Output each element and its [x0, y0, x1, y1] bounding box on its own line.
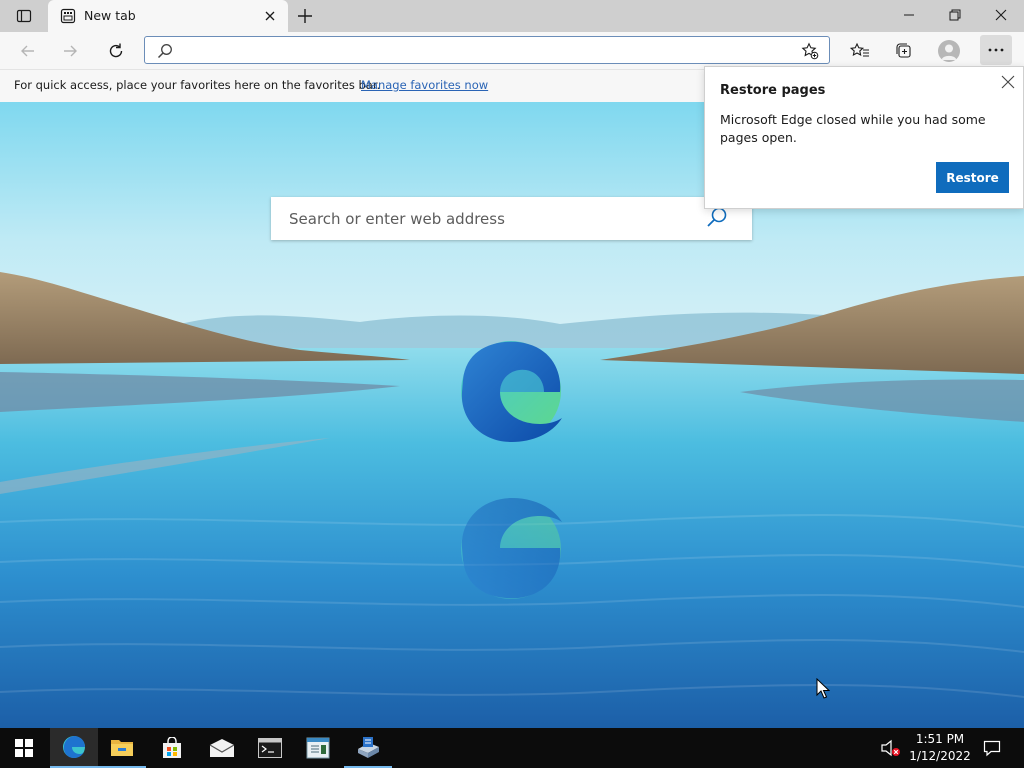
arrow-right-icon	[64, 45, 77, 57]
edge-logo-icon	[461, 341, 562, 442]
taskbar-mail[interactable]	[198, 728, 246, 768]
notepad-icon	[306, 737, 330, 759]
forward-button[interactable]	[56, 38, 84, 64]
person-icon	[941, 44, 957, 60]
address-input[interactable]	[185, 40, 789, 62]
collections-button[interactable]	[890, 38, 918, 64]
taskbar: 1:51 PM 1/12/2022	[0, 728, 1024, 768]
add-favorite-icon[interactable]	[801, 42, 819, 60]
page-search-box[interactable]	[271, 197, 752, 240]
store-icon	[163, 737, 181, 758]
notification-icon	[983, 740, 1001, 757]
tab-close-icon[interactable]	[262, 8, 278, 24]
file-explorer-icon	[111, 740, 133, 756]
title-bar: New tab	[0, 0, 1024, 32]
clock-date: 1/12/2022	[909, 749, 971, 763]
close-icon[interactable]	[1000, 74, 1016, 90]
edge-icon	[63, 736, 85, 758]
page-search-input[interactable]	[287, 207, 691, 231]
search-icon	[157, 44, 172, 59]
new-tab-button[interactable]	[294, 6, 316, 26]
new-tab-page-icon	[60, 8, 76, 24]
taskbar-file-explorer[interactable]	[98, 728, 146, 768]
windows-logo-icon	[15, 739, 33, 757]
action-center-button[interactable]	[978, 728, 1006, 768]
favorites-icon	[850, 42, 869, 57]
more-dots-icon	[988, 48, 1004, 52]
restore-popup-title: Restore pages	[720, 83, 826, 98]
terminal-icon	[258, 738, 282, 758]
tab-actions-button[interactable]	[8, 6, 40, 26]
tab-actions-icon	[16, 9, 32, 23]
minimize-button[interactable]	[886, 0, 932, 30]
collections-icon	[896, 43, 911, 58]
refresh-button[interactable]	[102, 38, 130, 64]
back-button[interactable]	[14, 38, 42, 64]
favorites-button[interactable]	[846, 38, 874, 64]
refresh-icon	[109, 43, 123, 58]
search-icon[interactable]	[705, 206, 729, 230]
tab-new-tab[interactable]: New tab	[48, 0, 288, 32]
taskbar-notepad[interactable]	[294, 728, 342, 768]
mail-icon	[209, 739, 235, 757]
volume-muted-icon	[881, 739, 900, 757]
start-button[interactable]	[0, 728, 48, 768]
manage-favorites-link[interactable]: Manage favorites now	[361, 78, 488, 92]
restore-popup-message: Microsoft Edge closed while you had some…	[720, 112, 986, 145]
server-manager-icon	[358, 737, 379, 758]
close-icon	[995, 9, 1007, 21]
address-bar[interactable]	[144, 36, 830, 64]
restore-down-icon	[949, 9, 961, 21]
clock-time: 1:51 PM	[915, 732, 965, 746]
close-window-button[interactable]	[978, 0, 1024, 30]
taskbar-store[interactable]	[148, 728, 196, 768]
favorites-bar-message: For quick access, place your favorites h…	[14, 78, 381, 92]
minimize-icon	[904, 14, 914, 16]
plus-icon	[298, 9, 312, 23]
settings-and-more-button[interactable]	[980, 35, 1012, 65]
toolbar	[0, 32, 1024, 69]
profile-avatar[interactable]	[938, 40, 960, 62]
tab-title: New tab	[84, 8, 136, 23]
taskbar-server-manager[interactable]	[344, 728, 392, 768]
restore-button[interactable]: Restore	[936, 162, 1009, 193]
arrow-left-icon	[21, 45, 34, 57]
restore-down-button[interactable]	[932, 0, 978, 30]
mouse-cursor-icon	[816, 678, 830, 699]
volume-button[interactable]	[880, 738, 902, 758]
taskbar-edge[interactable]	[50, 728, 98, 768]
taskbar-terminal[interactable]	[246, 728, 294, 768]
restore-pages-popup: Restore pages Microsoft Edge closed whil…	[704, 66, 1024, 209]
